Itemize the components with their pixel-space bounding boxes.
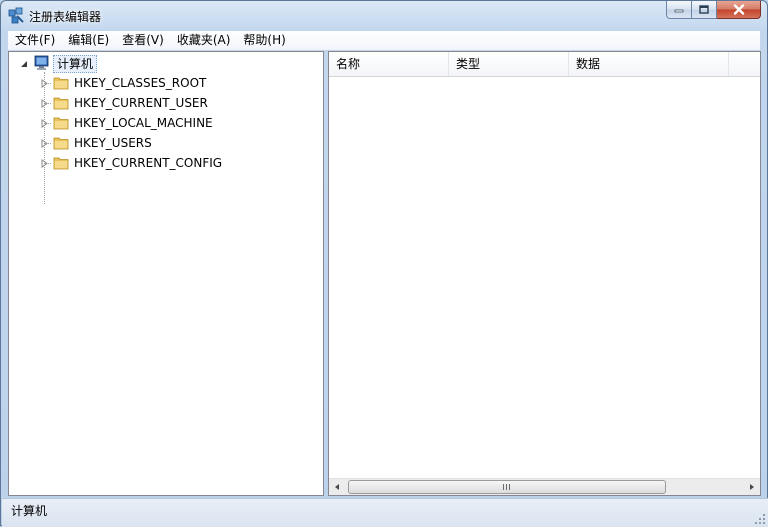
tree-node-label: HKEY_CURRENT_CONFIG <box>74 156 223 170</box>
menu-view[interactable]: 查看(V) <box>115 31 170 50</box>
folder-icon <box>53 137 69 150</box>
tree-node-label: HKEY_LOCAL_MACHINE <box>74 116 213 130</box>
tree-node-label: HKEY_USERS <box>74 136 152 150</box>
horizontal-scrollbar[interactable] <box>329 478 760 495</box>
menu-edit[interactable]: 编辑(E) <box>61 31 115 50</box>
window-controls <box>666 1 761 21</box>
menu-help[interactable]: 帮助(H) <box>236 31 291 50</box>
scroll-grip-icon <box>503 484 510 490</box>
tree-node-hkcu[interactable]: HKEY_CURRENT_USER <box>9 93 309 113</box>
column-header-data[interactable]: 数据 <box>569 52 729 76</box>
folder-icon <box>53 157 69 170</box>
scrollbar-thumb[interactable] <box>348 480 666 494</box>
resize-grip-icon[interactable] <box>754 513 766 525</box>
tree-guide-tick <box>45 143 51 144</box>
computer-icon <box>34 55 49 70</box>
tree-node-hkcc[interactable]: HKEY_CURRENT_CONFIG <box>9 153 309 173</box>
status-bar: 计算机 <box>2 498 768 527</box>
close-icon <box>733 4 744 15</box>
tree-node-label: HKEY_CLASSES_ROOT <box>74 76 207 90</box>
registry-app-icon <box>8 7 24 24</box>
menu-file[interactable]: 文件(F) <box>8 31 61 50</box>
close-button[interactable] <box>717 1 761 19</box>
tree-guide-tick <box>45 163 51 164</box>
tree-node-hku[interactable]: HKEY_USERS <box>9 133 309 153</box>
folder-icon <box>53 117 69 130</box>
collapse-triangle-icon[interactable] <box>20 59 29 68</box>
window-title: 注册表编辑器 <box>29 10 102 24</box>
tree-node-root[interactable]: 计算机 <box>9 53 309 73</box>
scroll-right-icon[interactable] <box>743 479 760 495</box>
tree-node-hkcr[interactable]: HKEY_CLASSES_ROOT <box>9 73 309 93</box>
tree-root-label: 计算机 <box>53 55 98 73</box>
menu-bar: 文件(F) 编辑(E) 查看(V) 收藏夹(A) 帮助(H) <box>8 31 760 51</box>
menu-favorites[interactable]: 收藏夹(A) <box>170 31 237 50</box>
values-list-pane[interactable]: 名称 类型 数据 <box>328 51 761 496</box>
key-tree-pane[interactable]: 计算机 HKEY_CLASSES_ROOT HKEY_CURRENT_USER … <box>8 51 324 496</box>
tree-guide-tick <box>45 123 51 124</box>
tree-guide-tick <box>45 103 51 104</box>
minimize-button[interactable] <box>666 1 692 19</box>
tree-node-hklm[interactable]: HKEY_LOCAL_MACHINE <box>9 113 309 133</box>
minimize-icon <box>674 9 684 12</box>
tree-node-label: HKEY_CURRENT_USER <box>74 96 208 110</box>
folder-icon <box>53 97 69 110</box>
tree-guide-tick <box>45 83 51 84</box>
column-header-name[interactable]: 名称 <box>329 52 449 76</box>
maximize-button[interactable] <box>692 1 717 19</box>
list-header: 名称 类型 数据 <box>329 52 760 77</box>
column-header-type[interactable]: 类型 <box>449 52 569 76</box>
registry-editor-window: 注册表编辑器 文件(F) 编辑(E) 查看(V) 收藏夹(A) 帮助(H) 计算… <box>0 0 768 527</box>
title-bar[interactable]: 注册表编辑器 <box>1 1 767 29</box>
status-path: 计算机 <box>11 504 48 518</box>
maximize-icon <box>699 5 709 14</box>
folder-icon <box>53 77 69 90</box>
scroll-left-icon[interactable] <box>329 479 346 495</box>
